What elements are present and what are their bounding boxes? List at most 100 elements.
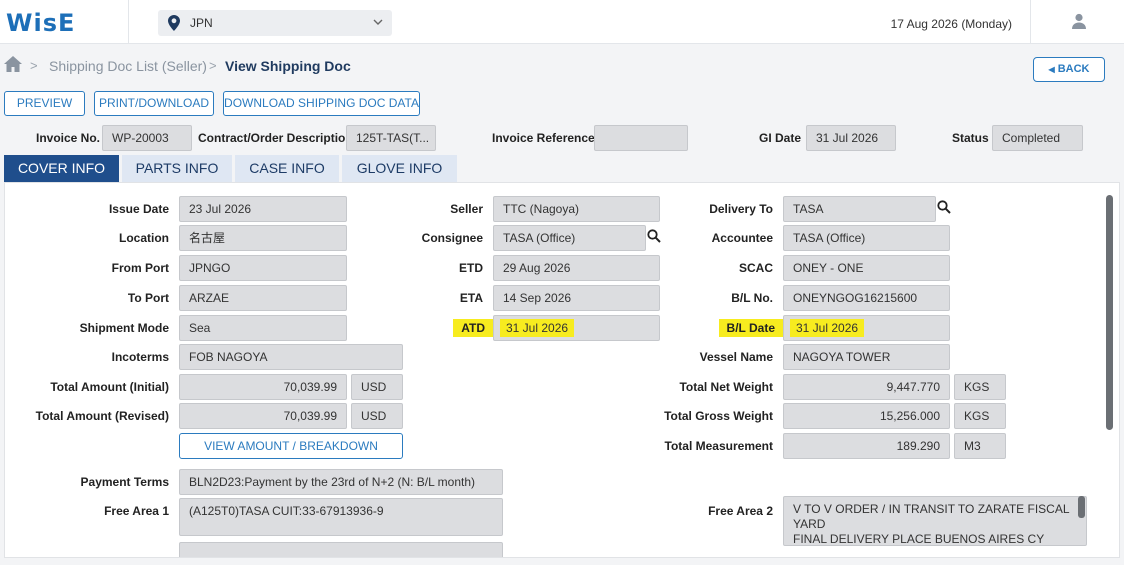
incoterms-field: FOB NAGOYA [179, 344, 403, 370]
total-gross-weight-label: Total Gross Weight [664, 409, 773, 423]
invoice-reference-field [594, 125, 688, 151]
gi-date-field: 31 Jul 2026 [806, 125, 896, 151]
current-date: 17 Aug 2026 (Monday) [890, 17, 1012, 31]
shipment-mode-field: Sea [179, 315, 347, 341]
issue-date-label: Issue Date [108, 202, 169, 216]
payment-terms-label: Payment Terms [80, 475, 169, 489]
free-area-2-line: V TO V ORDER / IN TRANSIT TO ZARATE FISC… [793, 502, 1070, 516]
preview-button[interactable]: PREVIEW [4, 91, 85, 116]
to-port-field: ARZAE [179, 285, 347, 311]
breadcrumb-separator: > [30, 58, 38, 73]
top-bar: WisE JPN 17 Aug 2026 (Monday) [0, 0, 1124, 44]
atd-value: 31 Jul 2026 [500, 319, 575, 337]
total-amount-revised-label: Total Amount (Revised) [35, 409, 169, 423]
gi-date-label: GI Date [759, 131, 802, 145]
total-net-weight-unit: KGS [954, 374, 1006, 400]
delivery-to-label: Delivery To [709, 202, 773, 216]
free-area-2-line: YARD [793, 517, 826, 531]
free-area-1-label: Free Area 1 [104, 504, 169, 518]
tab-cover-info[interactable]: COVER INFO [4, 155, 119, 182]
total-amount-initial-currency: USD [351, 374, 403, 400]
bl-no-field: ONEYNGOG16215600 [783, 285, 950, 311]
divider [1030, 0, 1031, 44]
invoice-reference-label: Invoice Reference [492, 131, 595, 145]
eta-label: ETA [459, 291, 483, 305]
total-amount-initial-field: 70,039.99 [179, 374, 347, 400]
etd-field: 29 Aug 2026 [493, 255, 660, 281]
back-label: BACK [1057, 63, 1090, 75]
print-download-button[interactable]: PRINT/DOWNLOAD [94, 91, 214, 116]
bl-date-label: B/L Date [718, 319, 783, 337]
total-net-weight-field: 9,447.770 [783, 374, 950, 400]
atd-field: 31 Jul 2026 [493, 315, 660, 341]
total-amount-initial-label: Total Amount (Initial) [50, 380, 169, 394]
location-label: Location [119, 231, 169, 245]
total-measurement-label: Total Measurement [664, 439, 773, 453]
back-button[interactable]: ◀ BACK [1033, 57, 1105, 82]
scac-label: SCAC [738, 261, 773, 275]
view-amount-breakdown-button[interactable]: VIEW AMOUNT / BREAKDOWN [179, 433, 403, 459]
consignee-field: TASA (Office) [493, 225, 646, 251]
download-shipping-doc-data-button[interactable]: DOWNLOAD SHIPPING DOC DATA [223, 91, 420, 116]
status-label: Status [952, 131, 989, 145]
divider [128, 0, 129, 44]
payment-terms-field: BLN2D23:Payment by the 23rd of N+2 (N: B… [179, 469, 503, 495]
total-net-weight-label: Total Net Weight [679, 380, 773, 394]
tab-glove-info[interactable]: GLOVE INFO [342, 155, 457, 182]
etd-label: ETD [459, 261, 483, 275]
contract-field: 125T-TAS(T... [346, 125, 436, 151]
bl-date-value: 31 Jul 2026 [790, 319, 865, 337]
tab-parts-info[interactable]: PARTS INFO [122, 155, 232, 182]
free-area-2-field[interactable]: V TO V ORDER / IN TRANSIT TO ZARATE FISC… [783, 496, 1087, 546]
seller-field: TTC (Nagoya) [493, 196, 660, 222]
bl-no-label: B/L No. [731, 291, 773, 305]
consignee-search-icon[interactable] [647, 229, 661, 243]
location-field: 名古屋 [179, 225, 347, 251]
chevron-left-icon: ◀ [1048, 65, 1055, 74]
incoterms-label: Incoterms [111, 350, 169, 364]
free-area-2-label: Free Area 2 [708, 504, 773, 518]
chevron-down-icon [373, 19, 383, 25]
from-port-label: From Port [111, 261, 169, 275]
total-amount-revised-field: 70,039.99 [179, 403, 347, 429]
seller-label: Seller [450, 202, 483, 216]
shipment-mode-label: Shipment Mode [79, 321, 169, 335]
delivery-to-search-icon[interactable] [937, 200, 951, 214]
home-icon[interactable] [4, 55, 22, 73]
atd-label: ATD [453, 319, 493, 337]
status-field: Completed [992, 125, 1083, 151]
region-select[interactable]: JPN [158, 10, 392, 36]
eta-field: 14 Sep 2026 [493, 285, 660, 311]
free-area-1-field: (A125T0)TASA CUIT:33-67913936-9 [179, 498, 503, 536]
vessel-name-field: NAGOYA TOWER [783, 344, 950, 370]
user-icon[interactable] [1071, 13, 1087, 29]
total-amount-revised-currency: USD [351, 403, 403, 429]
to-port-label: To Port [127, 291, 169, 305]
consignee-label: Consignee [421, 231, 483, 245]
scac-field: ONEY - ONE [783, 255, 950, 281]
breadcrumb-current: View Shipping Doc [225, 58, 351, 74]
tab-case-info[interactable]: CASE INFO [235, 155, 339, 182]
app-logo[interactable]: WisE [6, 9, 75, 37]
panel-scrollbar[interactable] [1106, 195, 1113, 430]
vessel-name-label: Vessel Name [699, 350, 773, 364]
contract-label: Contract/Order Description [198, 131, 353, 145]
accountee-label: Accountee [711, 231, 773, 245]
delivery-to-field: TASA [783, 196, 936, 222]
free-area-2-scrollbar[interactable] [1078, 496, 1085, 518]
accountee-field: TASA (Office) [783, 225, 950, 251]
invoice-no-label: Invoice No. [36, 131, 101, 145]
issue-date-field: 23 Jul 2026 [179, 196, 347, 222]
invoice-no-field: WP-20003 [102, 125, 192, 151]
breadcrumb-shipping-doc-list[interactable]: Shipping Doc List (Seller) [49, 58, 207, 74]
breadcrumb-separator: > [209, 58, 217, 73]
location-pin-icon [168, 15, 180, 31]
bl-date-field: 31 Jul 2026 [783, 315, 950, 341]
total-gross-weight-field: 15,256.000 [783, 403, 950, 429]
next-field-partial [179, 542, 503, 557]
free-area-2-line: FINAL DELIVERY PLACE BUENOS AIRES CY [793, 532, 1045, 546]
total-measurement-unit: M3 [954, 433, 1006, 459]
cover-info-panel: Issue Date 23 Jul 2026 Location 名古屋 From… [4, 182, 1120, 558]
free-area-1-value: (A125T0)TASA CUIT:33-67913936-9 [189, 504, 384, 518]
total-gross-weight-unit: KGS [954, 403, 1006, 429]
